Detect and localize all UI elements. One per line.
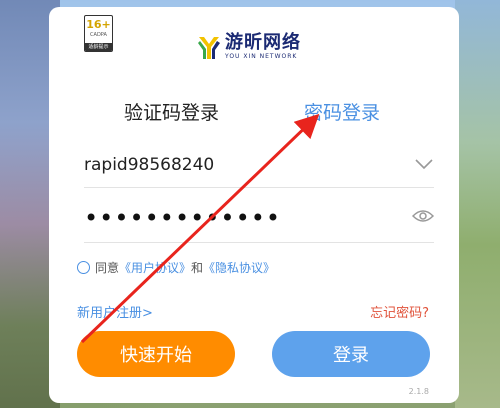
agreement-row: 同意 《用户协议》 和 《隐私协议》 [77,259,275,276]
login-button[interactable]: 登录 [272,331,430,377]
youxin-logo-icon [198,37,220,59]
version-label: 2.1.8 [408,387,429,396]
chevron-down-icon[interactable] [414,157,434,171]
privacy-policy-link[interactable]: 《隐私协议》 [203,259,275,276]
quick-start-button[interactable]: 快速开始 [77,331,235,377]
forgot-password-link[interactable]: 忘记密码? [370,302,429,321]
agreement-radio[interactable] [77,261,90,274]
tab-sms-login[interactable]: 验证码登录 [124,99,219,127]
background-right [455,0,500,408]
age-rating-badge: 16+ CADPA 适龄提示 [84,15,113,52]
cadpa-label: CADPA [90,32,107,38]
agreement-prefix: 同意 [95,261,120,275]
user-agreement-link[interactable]: 《用户协议》 [119,259,191,276]
username-field[interactable]: rapid98568240 [84,147,434,188]
brand-logo: 游昕网络 YOU XIN NETWORK [197,27,301,67]
eye-icon[interactable] [412,208,434,224]
brand-name-cn: 游昕网络 [225,32,301,53]
login-card: 16+ CADPA 适龄提示 游昕网络 YOU XIN NETWORK 验证码登… [49,7,459,403]
tab-password-login[interactable]: 密码登录 [304,99,380,127]
agreement-and: 和 [191,261,204,275]
password-value[interactable]: ••••••••••••• [84,204,281,232]
age-rating-label: 16+ [85,18,112,32]
brand-name-en: YOU XIN NETWORK [225,53,298,60]
age-tip-label: 适龄提示 [85,43,112,51]
register-link[interactable]: 新用户注册> [77,302,153,321]
username-value[interactable]: rapid98568240 [84,155,214,175]
password-field[interactable]: ••••••••••••• [84,200,434,243]
